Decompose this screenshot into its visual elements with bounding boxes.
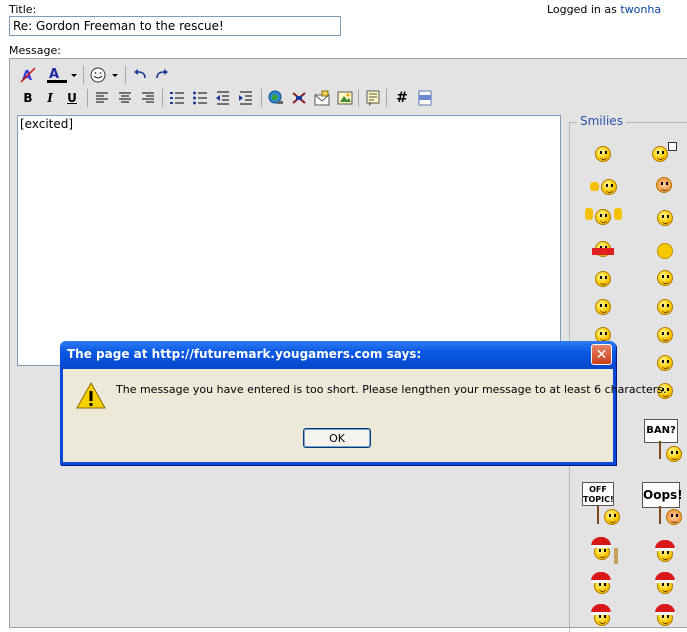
smiley-oops-icon (666, 509, 682, 525)
santa-hat-icon (591, 604, 611, 615)
remove-link-icon[interactable] (290, 89, 308, 107)
smilies-legend: Smilies (577, 114, 626, 128)
santa-hat-icon (655, 540, 675, 551)
username-link[interactable]: twonha (620, 3, 661, 16)
smiley-thinking-icon[interactable] (652, 146, 668, 162)
smiley-wink-icon[interactable] (657, 299, 673, 315)
align-left-icon[interactable] (93, 89, 111, 107)
sign-oops-icon[interactable]: Oops! (642, 482, 683, 508)
smiley-applause-icon[interactable] (595, 209, 611, 225)
insert-email-icon[interactable] (313, 89, 331, 107)
underline-button[interactable]: U (63, 89, 81, 107)
dialog-title: The page at http://futuremark.yougamers.… (67, 347, 422, 361)
sign-off-topic-icon[interactable]: OFF TOPIC! (582, 482, 614, 506)
hand-icon (614, 208, 622, 220)
smiley-angry-icon[interactable] (656, 177, 672, 193)
align-right-icon[interactable] (139, 89, 157, 107)
title-label: Title: (9, 3, 37, 16)
insert-image-icon[interactable] (336, 89, 354, 107)
smiley-menu-button[interactable] (89, 66, 123, 84)
remove-format-icon[interactable]: A (19, 66, 37, 84)
help-sign-icon (592, 248, 614, 255)
smiley-blank-icon[interactable] (657, 243, 673, 259)
sign-ban-icon[interactable]: BAN? (644, 419, 678, 443)
indent-icon[interactable] (237, 89, 255, 107)
toolbar-separator (87, 89, 88, 107)
smiley-icon[interactable] (595, 146, 611, 162)
redo-icon[interactable] (153, 66, 171, 84)
italic-button[interactable]: I (41, 89, 59, 107)
santa-hat-icon (591, 572, 611, 583)
sign-stick (659, 441, 661, 459)
smiley-smirk-icon[interactable] (657, 327, 673, 343)
smiley-sad-icon[interactable] (657, 210, 673, 226)
undo-icon[interactable] (131, 66, 149, 84)
smiley-worried-icon[interactable] (657, 355, 673, 371)
santa-hat-icon (591, 537, 611, 548)
login-status: Logged in as twonha (547, 3, 661, 16)
insert-quote-icon[interactable] (364, 89, 382, 107)
thumb-icon (590, 182, 599, 191)
warning-icon (76, 381, 106, 409)
title-input[interactable]: Re: Gordon Freeman to the rescue! (9, 16, 341, 36)
font-color-letter: A (49, 67, 59, 82)
smiley-thumbs-icon[interactable] (601, 179, 617, 195)
smiley-grin-icon[interactable] (595, 299, 611, 315)
toolbar-separator (261, 89, 262, 107)
toolbar-separator (162, 89, 163, 107)
toolbar-separator (358, 89, 359, 107)
smiley-laugh-icon[interactable] (657, 270, 673, 286)
thought-bubble-icon (668, 142, 677, 151)
toolbar-separator (83, 66, 84, 84)
bullet-list-icon[interactable] (191, 89, 209, 107)
sign-stick (597, 506, 599, 524)
santa-hat-icon (655, 572, 675, 583)
numbered-list-icon[interactable] (168, 89, 186, 107)
dialog-message: The message you have entered is too shor… (116, 383, 667, 396)
candle-icon (614, 548, 618, 564)
bold-button[interactable]: B (19, 89, 37, 107)
ok-button[interactable]: OK (303, 428, 371, 448)
insert-php-icon[interactable] (416, 89, 434, 107)
santa-hat-icon (655, 604, 675, 615)
message-text: [excited] (20, 117, 74, 131)
font-color-button[interactable]: A (46, 66, 80, 84)
smiley-shock-icon[interactable] (595, 271, 611, 287)
sign-stick (659, 506, 661, 524)
smiley-offtopic-icon (604, 509, 620, 525)
insert-code-button[interactable]: # (393, 89, 411, 107)
insert-link-icon[interactable] (267, 89, 285, 107)
toolbar-separator (386, 89, 387, 107)
message-label: Message: (9, 44, 61, 57)
hand-icon (585, 208, 593, 220)
message-textarea[interactable] (17, 115, 561, 366)
outdent-icon[interactable] (214, 89, 232, 107)
smiley-ban-icon (666, 446, 682, 462)
toolbar-separator (125, 66, 126, 84)
logged-in-text: Logged in as (547, 3, 617, 16)
dialog-close-button[interactable]: ✕ (591, 344, 612, 365)
align-center-icon[interactable] (116, 89, 134, 107)
